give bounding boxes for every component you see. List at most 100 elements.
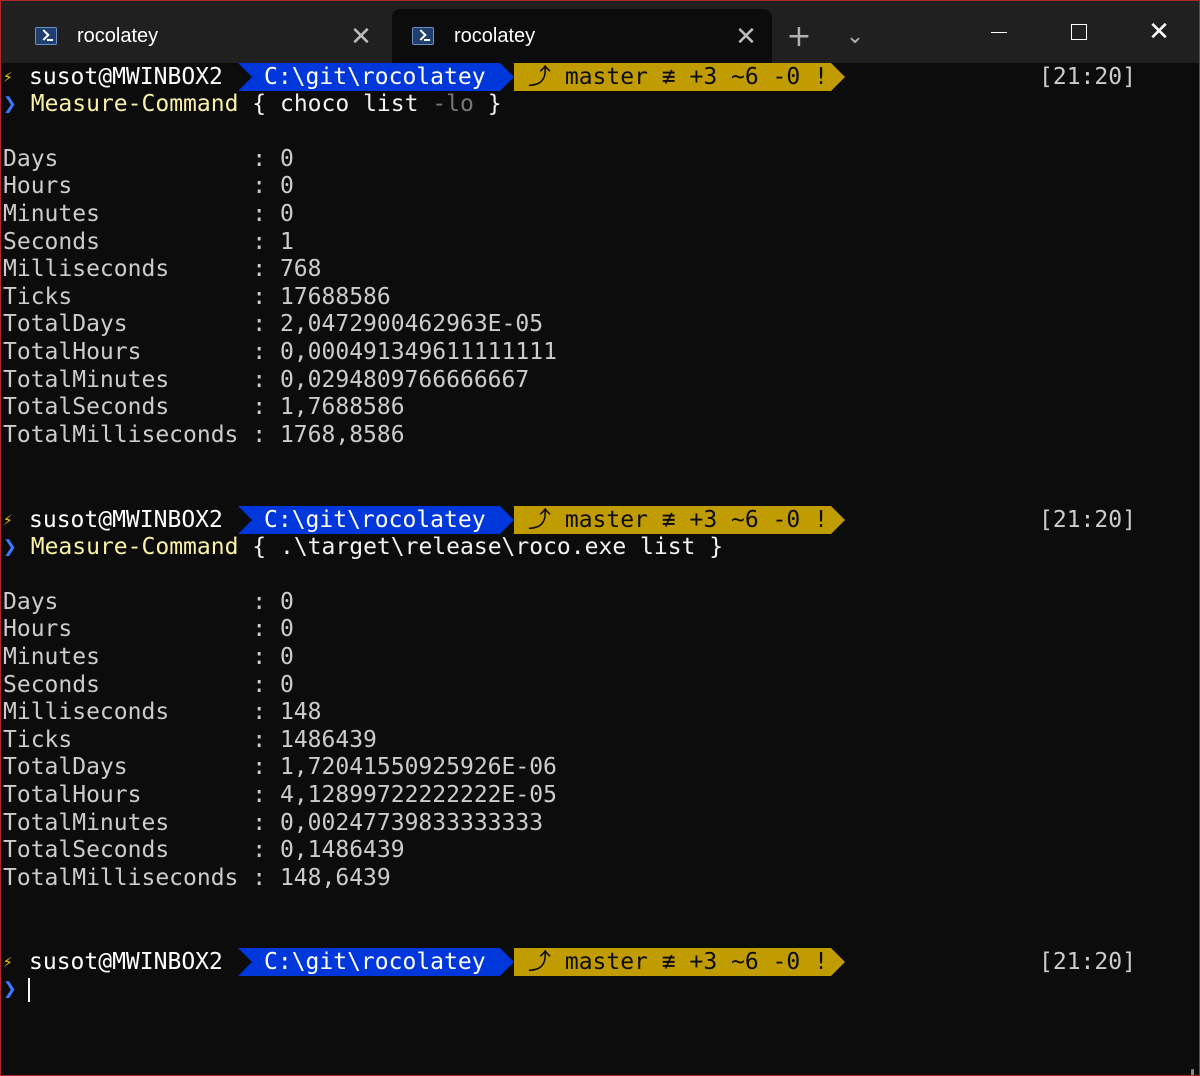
text-cursor xyxy=(28,977,30,1002)
output-value: 0 xyxy=(279,201,294,227)
output-value: 148,6439 xyxy=(279,864,391,891)
output-row: Milliseconds : 768 xyxy=(3,256,322,284)
output-label: Seconds xyxy=(3,671,100,698)
output-separator: : xyxy=(58,145,280,172)
output-label: Hours xyxy=(3,173,73,200)
tab-rocolatey-1[interactable]: rocolatey ✕ xyxy=(15,9,387,63)
close-tab-icon[interactable]: ✕ xyxy=(726,16,766,56)
terminal-window: rocolatey ✕ rocolatey ✕ + ⌄ ✕ ⚡ susot@MWI… xyxy=(0,0,1200,1076)
segment-arrow-icon xyxy=(500,63,514,91)
output-label: TotalHours xyxy=(3,782,142,808)
output-row: TotalMilliseconds : 148,6439 xyxy=(3,865,391,893)
command-name: Measure-Command xyxy=(30,533,239,560)
command-line: ❯ Measure-Command { choco list -lo } xyxy=(3,91,502,119)
output-label: Seconds xyxy=(3,228,100,255)
output-label: TotalMinutes xyxy=(3,366,170,393)
tab-rocolatey-2[interactable]: rocolatey ✕ xyxy=(392,9,772,63)
output-separator: : xyxy=(72,616,280,643)
prompt-line: ⚡ susot@MWINBOX2 C:\git\rocolatey ⤴ master … xyxy=(1,948,1199,976)
output-label: TotalMilliseconds xyxy=(3,421,239,448)
output-value: 0 xyxy=(279,616,294,643)
output-separator: : xyxy=(99,228,280,255)
prompt-git-status: ⤴ master ≢ +3 ~6 -0 ! xyxy=(514,506,831,534)
maximize-button[interactable] xyxy=(1039,1,1119,63)
prompt-git-status: ⤴ master ≢ +3 ~6 -0 ! xyxy=(514,948,831,976)
output-value: 17688586 xyxy=(279,283,391,310)
output-row: Days : 0 xyxy=(3,146,294,174)
output-value: 1768,8586 xyxy=(279,421,405,448)
active-input-line[interactable]: ❯ xyxy=(3,976,17,1004)
output-separator: : xyxy=(169,699,280,726)
title-bar: rocolatey ✕ rocolatey ✕ + ⌄ ✕ xyxy=(1,1,1199,63)
segment-arrow-icon xyxy=(500,948,514,976)
output-value: 0 xyxy=(279,644,294,670)
output-value: 1,72041550925926E-06 xyxy=(279,754,557,781)
close-tab-icon[interactable]: ✕ xyxy=(341,16,381,56)
output-value: 0 xyxy=(279,671,294,698)
prompt-user: susot@MWINBOX2 xyxy=(29,949,223,975)
tab-label: rocolatey xyxy=(77,24,159,47)
output-row: Minutes : 0 xyxy=(3,201,294,229)
output-separator: : xyxy=(99,201,280,227)
output-value: 0,0294809766666667 xyxy=(279,366,530,393)
output-row: Hours : 0 xyxy=(3,173,294,201)
command-name: Measure-Command xyxy=(30,90,239,117)
output-label: TotalDays xyxy=(3,754,128,781)
bolt-icon: ⚡ xyxy=(3,952,13,971)
command-brace: { xyxy=(238,533,280,560)
prompt-path: C:\git\rocolatey xyxy=(238,506,500,534)
prompt-line: ⚡ susot@MWINBOX2 C:\git\rocolatey ⤴ master … xyxy=(1,63,1199,91)
output-separator: : xyxy=(238,421,280,448)
output-label: Milliseconds xyxy=(3,699,170,726)
output-row: TotalSeconds : 1,7688586 xyxy=(3,394,405,422)
output-value: 4,12899722222222E-05 xyxy=(279,782,557,808)
output-row: TotalMinutes : 0,0294809766666667 xyxy=(3,367,529,395)
output-value: 0 xyxy=(279,173,294,200)
output-label: Ticks xyxy=(3,726,73,753)
output-row: Milliseconds : 148 xyxy=(3,699,322,727)
output-row: TotalDays : 2,0472900462963E-05 xyxy=(3,311,543,339)
output-row: Ticks : 1486439 xyxy=(3,727,377,755)
prompt-path: C:\git\rocolatey xyxy=(238,948,500,976)
output-separator: : xyxy=(58,588,280,615)
output-value: 0,1486439 xyxy=(279,837,405,864)
prompt-user: susot@MWINBOX2 xyxy=(29,64,223,90)
output-label: Days xyxy=(3,145,59,172)
output-separator: : xyxy=(127,311,280,338)
command-flag: -lo xyxy=(432,90,474,117)
prompt-time: [21:20] xyxy=(1039,64,1136,90)
segment-arrow-icon xyxy=(831,63,845,91)
segment-arrow-icon xyxy=(500,506,514,534)
output-row: TotalMinutes : 0,00247739833333333 xyxy=(3,810,543,838)
output-label: TotalDays xyxy=(3,311,128,338)
output-label: Milliseconds xyxy=(3,256,170,283)
output-row: TotalMilliseconds : 1768,8586 xyxy=(3,422,405,450)
output-row: Seconds : 1 xyxy=(3,229,294,257)
close-window-button[interactable]: ✕ xyxy=(1119,1,1199,63)
output-value: 0 xyxy=(279,145,294,172)
powershell-icon xyxy=(412,27,434,45)
output-row: Seconds : 0 xyxy=(3,672,294,700)
maximize-icon xyxy=(1071,24,1087,40)
scrollbar-thumb[interactable] xyxy=(1191,1069,1194,1075)
output-label: TotalHours xyxy=(3,339,142,365)
output-row: Minutes : 0 xyxy=(3,644,294,672)
output-label: Minutes xyxy=(3,644,100,670)
output-value: 148 xyxy=(279,699,322,726)
output-separator: : xyxy=(72,283,280,310)
prompt-path: C:\git\rocolatey xyxy=(238,63,500,91)
output-label: TotalSeconds xyxy=(3,394,170,421)
tab-dropdown-chevron-icon[interactable]: ⌄ xyxy=(835,9,875,63)
output-value: 2,0472900462963E-05 xyxy=(279,311,544,338)
output-value: 768 xyxy=(279,256,322,283)
terminal-output[interactable]: ⚡ susot@MWINBOX2 C:\git\rocolatey ⤴ master … xyxy=(1,63,1199,1075)
output-row: TotalHours : 0,000491349611111111 xyxy=(3,339,557,367)
command-brace: } xyxy=(473,90,502,117)
output-separator: : xyxy=(169,809,280,836)
new-tab-button[interactable]: + xyxy=(779,9,819,63)
output-separator: : xyxy=(169,394,280,421)
prompt-line: ⚡ susot@MWINBOX2 C:\git\rocolatey ⤴ master … xyxy=(1,506,1199,534)
powershell-icon xyxy=(35,27,57,45)
minimize-button[interactable] xyxy=(959,1,1039,63)
output-value: 0 xyxy=(279,588,294,615)
